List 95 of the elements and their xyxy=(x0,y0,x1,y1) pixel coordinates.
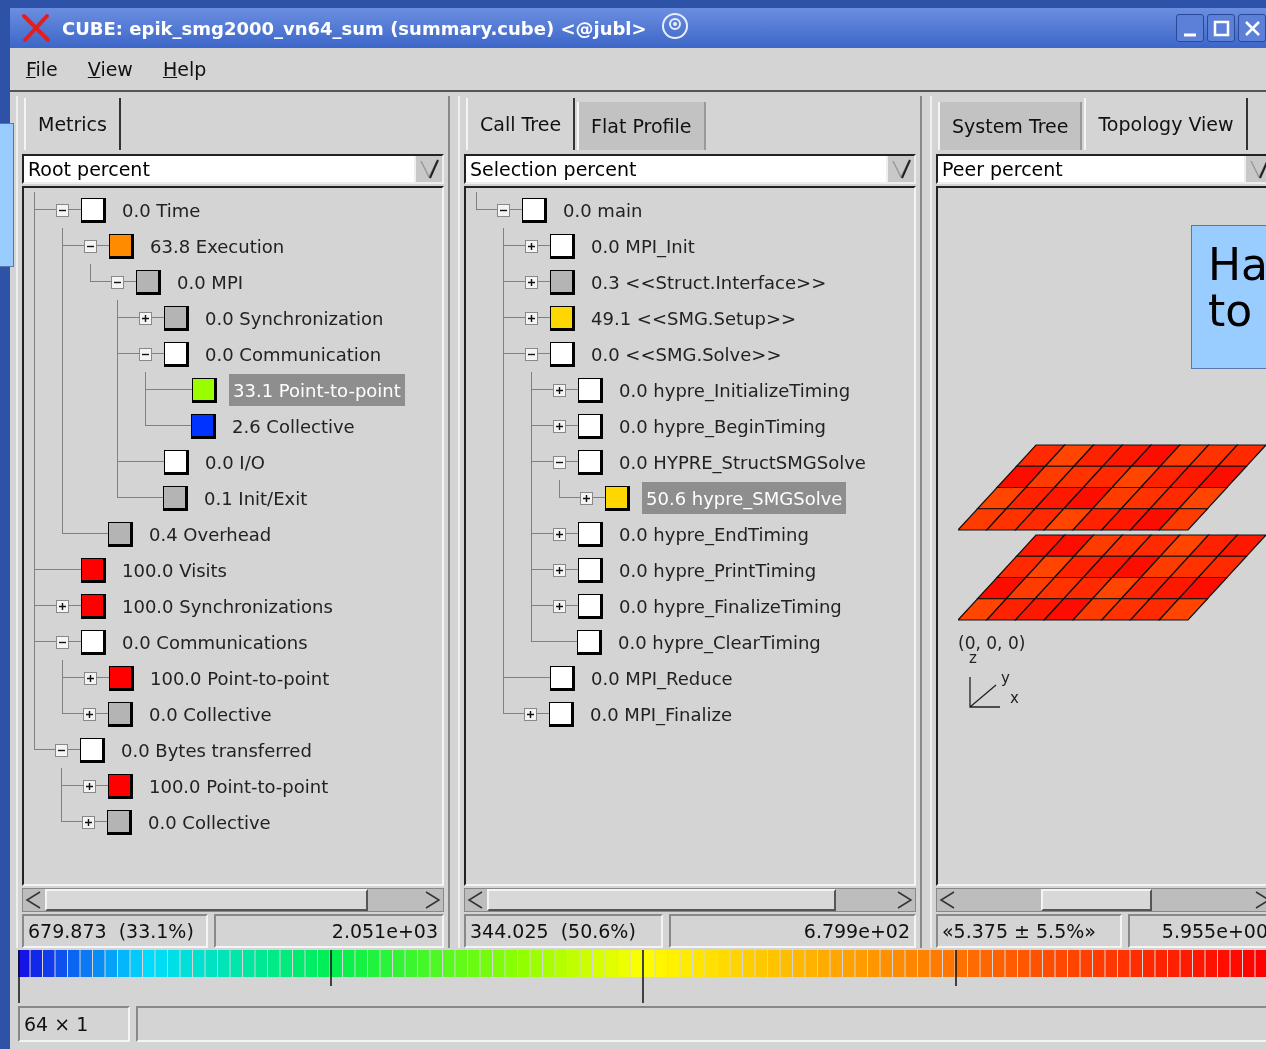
value-field: 2.051e+03 xyxy=(213,914,444,948)
tree-item[interactable]: 0.0 Collective xyxy=(145,698,276,730)
metric-selector[interactable]: Selection percent xyxy=(464,154,916,184)
collapse-icon[interactable] xyxy=(55,743,68,757)
expand-icon[interactable] xyxy=(139,311,152,325)
horizontal-scrollbar[interactable] xyxy=(464,888,916,912)
collapse-icon[interactable] xyxy=(525,347,538,361)
expand-icon[interactable] xyxy=(553,599,566,613)
expand-icon[interactable] xyxy=(553,419,566,433)
expand-icon[interactable] xyxy=(83,779,96,793)
dropdown-icon[interactable] xyxy=(418,157,440,181)
expand-icon[interactable] xyxy=(83,707,96,721)
tree-item[interactable]: 0.1 Init/Exit xyxy=(200,482,312,514)
scroll-thumb[interactable] xyxy=(487,889,837,911)
tree-item[interactable]: 0.0 Communications xyxy=(118,626,312,658)
tab[interactable]: System Tree xyxy=(938,102,1083,150)
tree-item[interactable]: 0.0 Collective xyxy=(144,806,275,838)
expand-icon[interactable] xyxy=(580,491,593,505)
tree-item[interactable]: 0.0 hypre_PrintTiming xyxy=(615,554,821,586)
menu-item[interactable]: File xyxy=(26,54,58,84)
tree-item[interactable]: 63.8 Execution xyxy=(146,230,289,262)
minimize-button[interactable] xyxy=(1176,14,1204,42)
metric-selector[interactable]: Peer percent xyxy=(936,154,1266,184)
value-field: 679.873 (33.1%) xyxy=(22,914,208,948)
collapse-icon[interactable] xyxy=(56,635,69,649)
minimize-icon xyxy=(1183,33,1196,36)
menu-item[interactable]: Help xyxy=(162,54,207,84)
tree-item[interactable]: 0.0 MPI_Finalize xyxy=(586,698,737,730)
expand-icon[interactable] xyxy=(525,275,538,289)
expand-icon[interactable] xyxy=(525,239,538,253)
tree-item[interactable]: 0.4 Overhead xyxy=(145,518,276,550)
callout-text: to xyxy=(1208,288,1254,335)
collapse-icon[interactable] xyxy=(84,239,97,253)
tree-item[interactable]: 100.0 Visits xyxy=(118,554,231,586)
tree-item[interactable]: 0.0 Communication xyxy=(201,338,386,370)
maximize-icon xyxy=(1213,20,1229,36)
tree-item[interactable]: 0.0 I/O xyxy=(201,446,269,478)
tree-item[interactable]: 0.0 MPI_Reduce xyxy=(587,662,737,694)
collapse-icon[interactable] xyxy=(553,455,566,469)
tree-item[interactable]: 0.0 <<SMG.Solve>> xyxy=(587,338,786,370)
tree-item[interactable]: 2.6 Collective xyxy=(228,410,359,442)
tree-item[interactable]: 0.0 hypre_InitializeTiming xyxy=(615,374,855,406)
tree-item[interactable]: 100.0 Synchronizations xyxy=(118,590,337,622)
expand-icon[interactable] xyxy=(82,815,95,829)
tree-item[interactable]: 0.0 Synchronization xyxy=(201,302,388,334)
tree-item[interactable]: 0.0 hypre_FinalizeTiming xyxy=(615,590,846,622)
maximize-button[interactable] xyxy=(1207,14,1235,42)
tree-item[interactable]: 0.0 HYPRE_StructSMGSolve xyxy=(615,446,870,478)
expand-icon[interactable] xyxy=(553,383,566,397)
tab[interactable]: Flat Profile xyxy=(577,102,706,150)
value-field: 5.955e+00 xyxy=(1127,914,1266,948)
tab[interactable]: Call Tree xyxy=(466,98,576,150)
tree-item[interactable]: 0.0 MPI xyxy=(173,266,248,298)
value-field: 344.025 (50.6%) xyxy=(464,914,663,948)
tab[interactable]: Topology View xyxy=(1084,98,1248,150)
close-button[interactable] xyxy=(1238,14,1266,42)
value-field: 6.799e+02 xyxy=(668,914,916,948)
value-field: «5.375 ± 5.5%» xyxy=(936,914,1122,948)
scroll-thumb[interactable] xyxy=(1040,889,1152,911)
collapse-icon[interactable] xyxy=(497,203,510,217)
axis-label: x xyxy=(1010,690,1019,706)
expand-icon[interactable] xyxy=(553,527,566,541)
menu-item[interactable]: View xyxy=(87,54,133,84)
tree-item[interactable]: 0.0 MPI_Init xyxy=(587,230,699,262)
collapse-icon[interactable] xyxy=(139,347,152,361)
scroll-thumb[interactable] xyxy=(45,889,369,911)
collapse-icon[interactable] xyxy=(111,275,124,289)
tree-item[interactable]: 0.0 hypre_BeginTiming xyxy=(615,410,830,442)
callout-text: Ha xyxy=(1208,242,1266,289)
tree-item[interactable]: 0.0 Time xyxy=(118,194,205,226)
tree-item[interactable]: 0.0 hypre_EndTiming xyxy=(615,518,813,550)
collapse-icon[interactable] xyxy=(56,203,69,217)
close-icon xyxy=(1244,20,1260,36)
status-field: 64 × 1 xyxy=(18,1006,130,1042)
horizontal-scrollbar[interactable] xyxy=(22,888,444,912)
tree-item[interactable]: 100.0 Point-to-point xyxy=(145,770,333,802)
tree-item[interactable]: 100.0 Point-to-point xyxy=(146,662,334,694)
expand-icon[interactable] xyxy=(524,707,537,721)
expand-icon[interactable] xyxy=(84,671,97,685)
axis-label: y xyxy=(1001,670,1010,686)
logo-icon xyxy=(20,13,52,43)
window-title: CUBE: epik_smg2000_vn64_sum (summary.cube) <@jubl> xyxy=(62,16,647,41)
metric-selector[interactable]: Root percent xyxy=(22,154,444,184)
expand-icon[interactable] xyxy=(553,563,566,577)
tree-item[interactable]: 0.0 Bytes transferred xyxy=(117,734,316,766)
axis-icon xyxy=(968,674,1002,709)
tree-item[interactable]: 0.0 main xyxy=(559,194,647,226)
tab[interactable]: Metrics xyxy=(24,98,121,150)
tree-item[interactable]: 49.1 <<SMG.Setup>> xyxy=(587,302,801,334)
tree-item[interactable]: 0.3 <<Struct.Interface>> xyxy=(587,266,831,298)
horizontal-scrollbar[interactable] xyxy=(936,888,1266,912)
expand-icon[interactable] xyxy=(56,599,69,613)
expand-icon[interactable] xyxy=(525,311,538,325)
dropdown-icon[interactable] xyxy=(890,157,912,181)
tree-item[interactable]: 0.0 hypre_ClearTiming xyxy=(614,626,825,658)
